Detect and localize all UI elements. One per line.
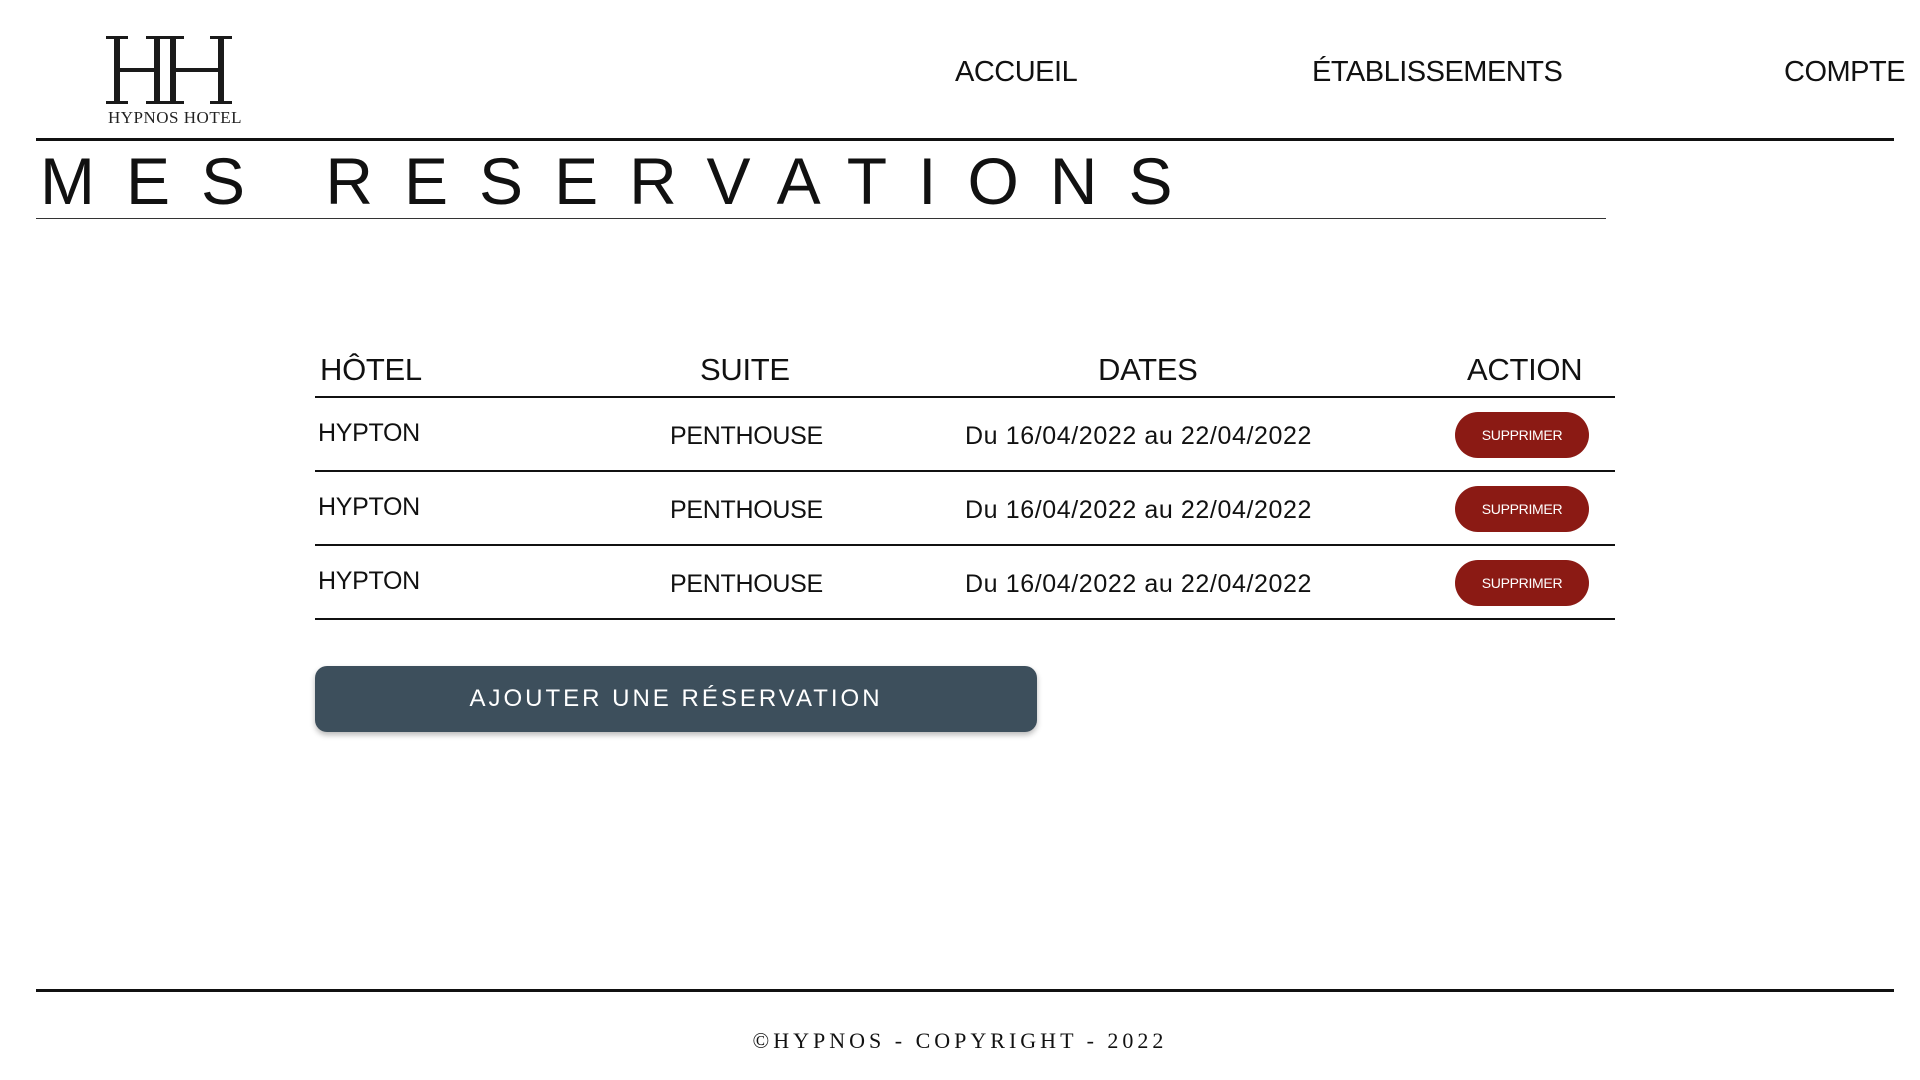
header-divider: [36, 138, 1894, 141]
nav-link-accueil[interactable]: ACCUEIL: [955, 56, 1078, 89]
column-header-hotel: HÔTEL: [320, 352, 422, 387]
delete-reservation-button[interactable]: SUPPRIMER: [1455, 560, 1589, 606]
hh-logo-icon: [106, 36, 232, 104]
column-header-action: ACTION: [1467, 352, 1583, 387]
table-header: HÔTEL SUITE DATES ACTION: [315, 352, 1615, 398]
add-reservation-button[interactable]: AJOUTER UNE RÉSERVATION: [315, 666, 1037, 732]
table-row: HYPTON PENTHOUSE Du 16/04/2022 au 22/04/…: [315, 546, 1615, 620]
page-title: MES RESERVATIONS: [40, 144, 1204, 218]
brand-name: HYPNOS HOTEL: [108, 108, 242, 127]
footer-copyright: ©HYPNOS - COPYRIGHT - 2022: [752, 1028, 1168, 1053]
delete-reservation-button[interactable]: SUPPRIMER: [1455, 412, 1589, 458]
delete-reservation-button[interactable]: SUPPRIMER: [1455, 486, 1589, 532]
column-header-suite: SUITE: [700, 352, 790, 387]
footer-divider: [36, 989, 1894, 992]
cell-dates: Du 16/04/2022 au 22/04/2022: [965, 496, 1313, 524]
title-underline: [36, 218, 1606, 219]
hotel-logo[interactable]: HYPNOS HOTEL: [100, 36, 250, 132]
cell-hotel: HYPTON: [318, 567, 420, 595]
table-row: HYPTON PENTHOUSE Du 16/04/2022 au 22/04/…: [315, 398, 1615, 472]
cell-dates: Du 16/04/2022 au 22/04/2022: [965, 422, 1313, 450]
nav-link-etablissements[interactable]: ÉTABLISSEMENTS: [1312, 56, 1563, 89]
cell-hotel: HYPTON: [318, 493, 420, 521]
cell-dates: Du 16/04/2022 au 22/04/2022: [965, 570, 1313, 598]
cell-suite: PENTHOUSE: [670, 570, 823, 598]
nav-link-compte[interactable]: COMPTE: [1784, 56, 1906, 89]
cell-hotel: HYPTON: [318, 419, 420, 447]
reservations-table: HÔTEL SUITE DATES ACTION HYPTON PENTHOUS…: [315, 352, 1615, 620]
cell-suite: PENTHOUSE: [670, 422, 823, 450]
cell-suite: PENTHOUSE: [670, 496, 823, 524]
table-row: HYPTON PENTHOUSE Du 16/04/2022 au 22/04/…: [315, 472, 1615, 546]
column-header-dates: DATES: [1098, 352, 1198, 387]
